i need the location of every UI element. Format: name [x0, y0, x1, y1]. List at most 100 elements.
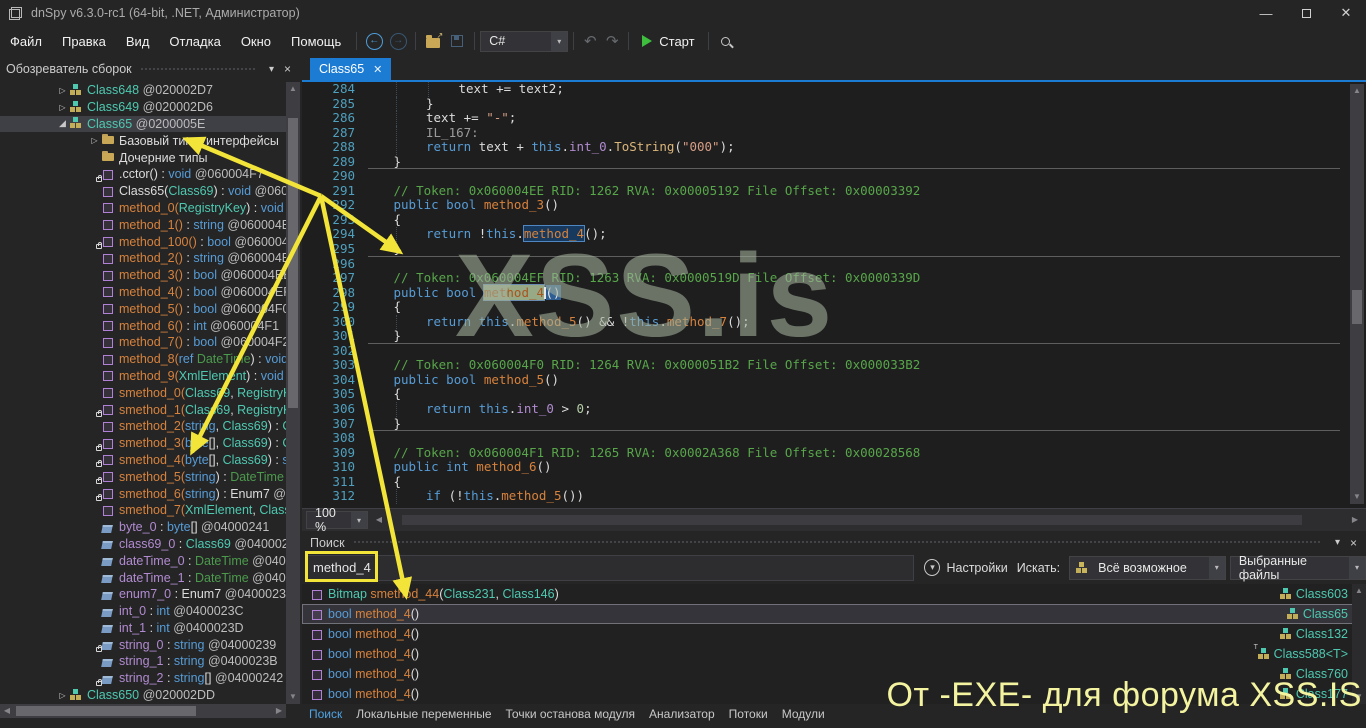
- tree-item[interactable]: method_100() : bool @060004F6: [0, 233, 286, 250]
- tree-item[interactable]: ▷ Class650 @020002DD: [0, 687, 286, 704]
- search-result-row[interactable]: bool method_4() Class760: [302, 664, 1366, 684]
- tree-item[interactable]: string_0 : string @04000239: [0, 636, 286, 653]
- zoom-level-select[interactable]: 100 % ▾: [306, 506, 368, 534]
- chevron-down-icon[interactable]: ▾: [1349, 556, 1365, 579]
- tree-item[interactable]: ▷ Базовый тип и интерфейсы: [0, 132, 286, 149]
- menu-item-правка[interactable]: Правка: [52, 30, 116, 53]
- language-select[interactable]: C# ▾: [480, 30, 569, 52]
- editor-vertical-scrollbar[interactable]: ▲ ▼: [1350, 84, 1364, 504]
- tree-item[interactable]: class69_0 : Class69 @0400023A: [0, 536, 286, 553]
- search-result-row[interactable]: bool method_4() Class588<T>: [302, 644, 1366, 664]
- tree-item[interactable]: dateTime_0 : DateTime @04000: [0, 552, 286, 569]
- chevron-down-icon[interactable]: ▾: [351, 512, 367, 528]
- scroll-left-icon[interactable]: ◀: [372, 513, 386, 527]
- tree-item[interactable]: Class65(Class69) : void @06000: [0, 183, 286, 200]
- tree-expander-icon[interactable]: ▷: [88, 136, 101, 145]
- search-scope-select[interactable]: Всё возможное ▾: [1069, 555, 1226, 580]
- tree-item[interactable]: smethod_2(string, Class69) : Cla: [0, 418, 286, 435]
- tree-item[interactable]: smethod_5(string) : DateTime @: [0, 468, 286, 485]
- redo-button[interactable]: ↷: [601, 32, 623, 50]
- tree-item[interactable]: int_0 : int @0400023C: [0, 603, 286, 620]
- tool-tab-локальные-переменные[interactable]: Локальные переменные: [356, 707, 491, 721]
- chevron-down-icon[interactable]: ▾: [264, 64, 279, 75]
- tree-item[interactable]: dateTime_1 : DateTime @04000: [0, 569, 286, 586]
- scroll-up-icon[interactable]: ▲: [1350, 84, 1364, 98]
- search-result-row[interactable]: bool method_4() Class177: [302, 684, 1366, 704]
- tree-item[interactable]: ◢ Class65 @0200005E: [0, 115, 286, 133]
- tree-item[interactable]: enum7_0 : Enum7 @0400023E: [0, 586, 286, 603]
- search-files-select[interactable]: Выбранные файлы ▾: [1229, 554, 1366, 582]
- tree-expander-icon[interactable]: ▷: [56, 691, 69, 700]
- tool-tab-модули[interactable]: Модули: [782, 707, 825, 721]
- tree-item[interactable]: method_7() : bool @060004F2: [0, 334, 286, 351]
- tree-item[interactable]: method_8(ref DateTime) : void: [0, 351, 286, 368]
- tool-tab-потоки[interactable]: Потоки: [729, 707, 768, 721]
- open-file-button[interactable]: [421, 29, 445, 53]
- menu-item-файл[interactable]: Файл: [0, 30, 52, 53]
- settings-expander-icon[interactable]: ▾: [924, 559, 941, 576]
- tree-item[interactable]: smethod_7(XmlElement, Class6: [0, 502, 286, 519]
- scroll-up-icon[interactable]: ▲: [1352, 584, 1366, 598]
- tree-item[interactable]: method_4() : bool @060004EF: [0, 284, 286, 301]
- menu-item-окно[interactable]: Окно: [231, 30, 281, 53]
- editor-horizontal-scrollbar[interactable]: ◀ ▶: [372, 513, 1362, 527]
- tree-item[interactable]: string_1 : string @0400023B: [0, 653, 286, 670]
- search-input[interactable]: [306, 554, 915, 581]
- scroll-right-icon[interactable]: ▶: [1348, 513, 1362, 527]
- tree-item[interactable]: string_2 : string[] @04000242: [0, 670, 286, 687]
- menu-item-помощь[interactable]: Помощь: [281, 30, 351, 53]
- code-area[interactable]: 284 text += text2; 285} 286 text += "-"; 287 I…: [302, 82, 1366, 508]
- tool-tab-анализатор[interactable]: Анализатор: [649, 707, 715, 721]
- minimize-button[interactable]: —: [1246, 0, 1286, 26]
- search-result-row[interactable]: bool method_4() Class132: [302, 624, 1366, 644]
- tool-tab-точки-останова-модуля[interactable]: Точки останова модуля: [506, 707, 636, 721]
- tree-item[interactable]: smethod_3(byte[], Class69) : Cl: [0, 435, 286, 452]
- tree-item[interactable]: byte_0 : byte[] @04000241: [0, 519, 286, 536]
- search-result-row[interactable]: Bitmap smethod_44(Class231, Class146) Cla…: [302, 584, 1366, 604]
- tree-item[interactable]: Дочерние типы: [0, 149, 286, 166]
- undo-button[interactable]: ↶: [579, 32, 601, 50]
- scroll-up-icon[interactable]: ▲: [286, 82, 300, 96]
- tree-item[interactable]: method_2() : string @060004ED: [0, 250, 286, 267]
- tab-class65[interactable]: Class65 ✕: [310, 58, 392, 80]
- navigate-forward-button[interactable]: →: [386, 29, 410, 53]
- scroll-down-icon[interactable]: ▼: [1352, 690, 1366, 704]
- chevron-down-icon[interactable]: ▾: [551, 31, 568, 51]
- tree-item[interactable]: smethod_6(string) : Enum7 @0: [0, 485, 286, 502]
- tree-item[interactable]: int_1 : int @0400023D: [0, 620, 286, 637]
- tree-item[interactable]: smethod_0(Class69, RegistryKey: [0, 384, 286, 401]
- tree-expander-icon[interactable]: ◢: [56, 118, 69, 129]
- scroll-down-icon[interactable]: ▼: [1350, 490, 1364, 504]
- search-assemblies-button[interactable]: [714, 29, 738, 53]
- close-button[interactable]: ✕: [1326, 0, 1366, 26]
- tree-expander-icon[interactable]: ▷: [56, 103, 69, 112]
- tab-close-icon[interactable]: ✕: [373, 63, 382, 76]
- tool-tab-поиск[interactable]: Поиск: [309, 707, 342, 721]
- tree-item[interactable]: method_1() : string @060004EC: [0, 216, 286, 233]
- scrollbar-thumb[interactable]: [16, 706, 196, 716]
- close-panel-icon[interactable]: ×: [279, 62, 296, 76]
- tree-item[interactable]: ▷ Class648 @020002D7: [0, 82, 286, 99]
- navigate-back-button[interactable]: ←: [362, 29, 386, 53]
- search-result-row[interactable]: bool method_4() Class65: [302, 604, 1366, 624]
- restore-button[interactable]: [1286, 0, 1326, 26]
- tree-horizontal-scrollbar[interactable]: ◀ ▶: [0, 704, 286, 718]
- scroll-right-icon[interactable]: ▶: [272, 704, 286, 718]
- tree-item[interactable]: smethod_1(Class69, RegistryKey: [0, 401, 286, 418]
- tree-item[interactable]: method_3() : bool @060004EE: [0, 267, 286, 284]
- tree-item[interactable]: method_0(RegistryKey) : void @: [0, 200, 286, 217]
- tree-item[interactable]: ▷ Class649 @020002D6: [0, 99, 286, 116]
- scroll-left-icon[interactable]: ◀: [0, 704, 14, 718]
- tree-item[interactable]: method_5() : bool @060004F0: [0, 300, 286, 317]
- tree-item[interactable]: method_6() : int @060004F1: [0, 317, 286, 334]
- scrollbar-thumb[interactable]: [288, 118, 298, 408]
- scroll-down-icon[interactable]: ▼: [286, 690, 300, 704]
- menu-item-отладка[interactable]: Отладка: [159, 30, 230, 53]
- save-button[interactable]: [445, 29, 469, 53]
- start-debug-button[interactable]: Старт: [634, 29, 702, 53]
- close-panel-icon[interactable]: ×: [1345, 536, 1362, 550]
- scrollbar-thumb[interactable]: [402, 515, 1302, 525]
- scrollbar-thumb[interactable]: [1352, 290, 1362, 324]
- chevron-down-icon[interactable]: ▾: [1208, 556, 1225, 579]
- tree-item[interactable]: .cctor() : void @060004F7: [0, 166, 286, 183]
